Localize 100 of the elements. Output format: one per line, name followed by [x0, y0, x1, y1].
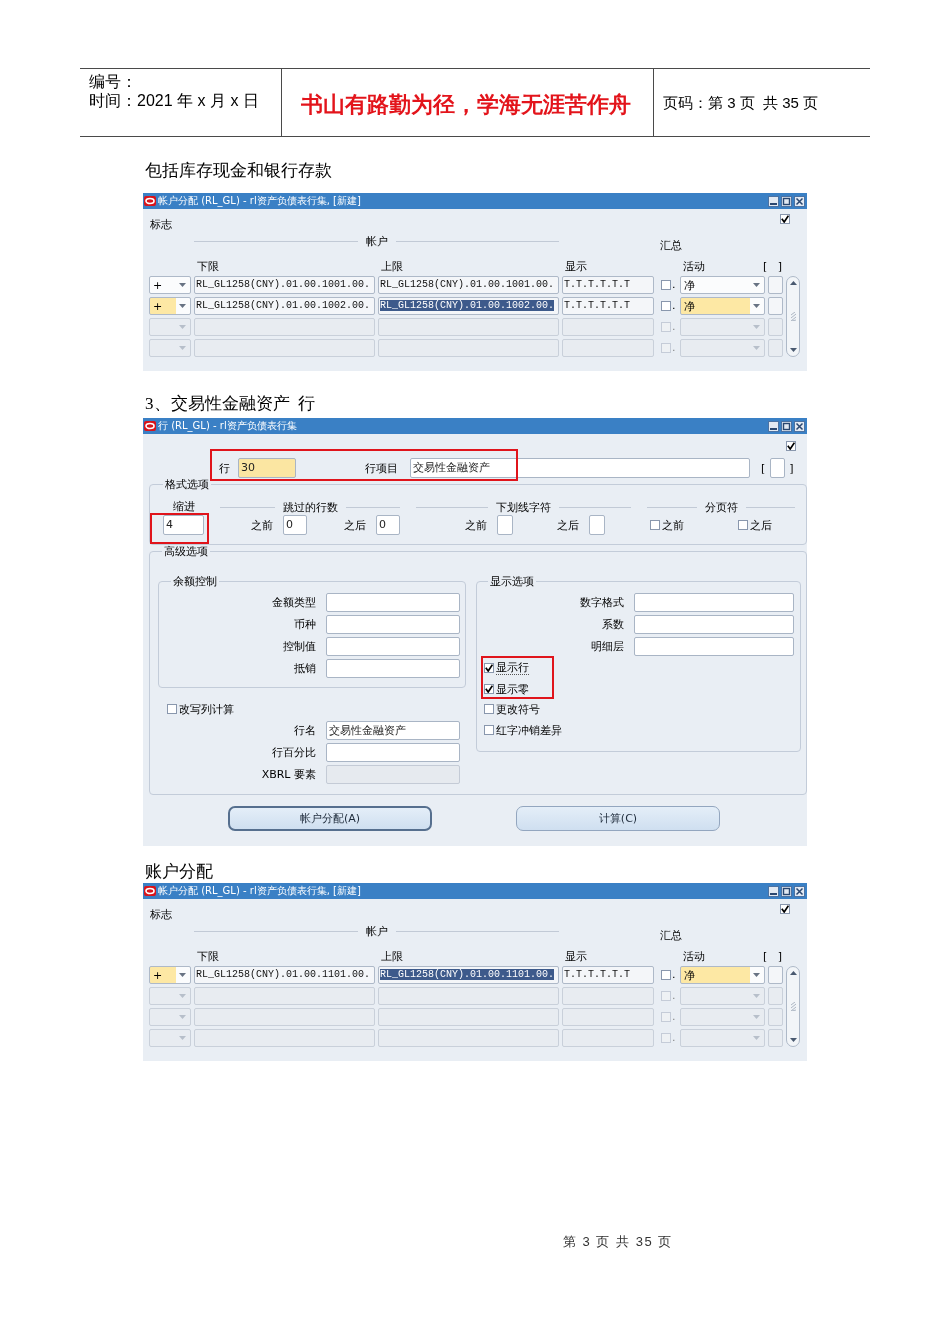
- column-label: 活动: [683, 950, 705, 963]
- field-label: 之后: [557, 518, 579, 532]
- caret-icon: [179, 1036, 186, 1040]
- grip-icon: [790, 312, 796, 321]
- caret-icon: [179, 325, 186, 329]
- lower-limit-field[interactable]: RL_GL1258(CNY).01.00.1002.00.: [194, 297, 375, 315]
- checkbox-label: .: [672, 342, 676, 354]
- text-field[interactable]: [768, 276, 783, 294]
- checkbox[interactable]: [484, 704, 494, 714]
- checkbox[interactable]: [661, 301, 671, 311]
- text-field[interactable]: [634, 615, 794, 634]
- upper-limit-field[interactable]: RL_GL1258(CNY).01.00.1101.00.: [378, 966, 559, 984]
- column-label: 上限: [381, 260, 403, 273]
- text-field[interactable]: 30: [238, 458, 296, 478]
- scrollbar[interactable]: [786, 966, 800, 1047]
- checkbox-label: .: [672, 279, 676, 291]
- checkbox[interactable]: [167, 704, 177, 714]
- checkbox[interactable]: [650, 520, 660, 530]
- minimize-icon[interactable]: [768, 885, 779, 897]
- checkbox[interactable]: [780, 904, 790, 914]
- text-field[interactable]: [497, 515, 513, 535]
- display-field[interactable]: T.T.T.T.T.T: [562, 276, 654, 294]
- checkbox[interactable]: [738, 520, 748, 530]
- checkbox[interactable]: [786, 441, 796, 451]
- text-field[interactable]: 0: [376, 515, 400, 535]
- checkbox[interactable]: [484, 663, 494, 673]
- text-field[interactable]: [634, 637, 794, 656]
- bracket-text: ]: [777, 260, 782, 273]
- field-label: 之前: [251, 518, 273, 532]
- text-field[interactable]: [770, 458, 786, 478]
- column-label: 上限: [381, 950, 403, 963]
- group-heading: 下划线字符: [496, 500, 551, 514]
- text-field[interactable]: [589, 515, 605, 535]
- column-label: 下限: [197, 260, 219, 273]
- caret-icon: [753, 1015, 760, 1019]
- display-field[interactable]: T.T.T.T.T.T: [562, 297, 654, 315]
- sign-dropdown[interactable]: +: [149, 276, 191, 294]
- lower-limit-field[interactable]: RL_GL1258(CNY).01.00.1101.00.: [194, 966, 375, 984]
- checkbox[interactable]: [780, 214, 790, 224]
- activity-dropdown[interactable]: 净: [680, 966, 765, 984]
- text-field[interactable]: 交易性金融资产: [410, 458, 750, 478]
- field-label: 数字格式: [580, 596, 624, 609]
- column-label: 下限: [197, 950, 219, 963]
- caret-icon: [179, 304, 186, 308]
- checkmark-icon: [485, 664, 493, 672]
- checkbox-label: 显示行: [496, 661, 529, 675]
- minimize-icon[interactable]: [768, 195, 779, 207]
- scrollbar[interactable]: [786, 276, 800, 357]
- text-field[interactable]: [768, 966, 783, 984]
- checkbox[interactable]: [484, 684, 494, 694]
- group-title: 高级选项: [163, 545, 209, 558]
- field-label: 之前: [465, 518, 487, 532]
- checkmark-icon: [787, 442, 795, 450]
- up-arrow-icon: [789, 971, 797, 975]
- checkbox[interactable]: [661, 970, 671, 980]
- action-button[interactable]: 计算(C): [516, 806, 720, 831]
- column-label: 活动: [683, 260, 705, 273]
- text-field[interactable]: [326, 659, 460, 678]
- text-field[interactable]: [326, 637, 460, 656]
- text-field[interactable]: 交易性金融资产: [326, 721, 460, 740]
- checkbox[interactable]: [484, 725, 494, 735]
- field-label: 缩进: [172, 501, 195, 513]
- close-icon[interactable]: [794, 195, 805, 207]
- window-title: 行 (RL_GL) - rl资产负债表行集: [158, 419, 297, 433]
- checkbox-label: 更改符号: [496, 702, 540, 716]
- text-field[interactable]: [326, 593, 460, 612]
- activity-dropdown[interactable]: 净: [680, 297, 765, 315]
- caret-icon: [753, 994, 760, 998]
- upper-limit-field[interactable]: RL_GL1258(CNY).01.00.1001.00.: [378, 276, 559, 294]
- text-field[interactable]: [634, 593, 794, 612]
- text-field[interactable]: 0: [283, 515, 307, 535]
- text-field[interactable]: 4: [163, 515, 204, 535]
- sign-dropdown[interactable]: +: [149, 297, 191, 315]
- field-label: 明细层: [591, 640, 624, 653]
- activity-dropdown[interactable]: 净: [680, 276, 765, 294]
- upper-limit-field[interactable]: RL_GL1258(CNY).01.00.1002.00.: [378, 297, 559, 315]
- maximize-icon[interactable]: [781, 420, 792, 432]
- group-heading: 跳过的行数: [282, 500, 338, 514]
- sign-dropdown[interactable]: +: [149, 966, 191, 984]
- text-field[interactable]: [326, 615, 460, 634]
- close-icon[interactable]: [794, 885, 805, 897]
- checkbox[interactable]: [661, 280, 671, 290]
- column-label: 标志: [150, 908, 172, 921]
- checkbox-label: 改写列计算: [179, 702, 234, 716]
- motto-text: 书山有路勤为径，学海无涯苦作舟: [301, 90, 631, 119]
- group-title: 余额控制: [172, 575, 218, 588]
- close-icon[interactable]: [794, 420, 805, 432]
- lower-limit-field[interactable]: RL_GL1258(CNY).01.00.1001.00.: [194, 276, 375, 294]
- caret-icon: [179, 973, 186, 977]
- maximize-icon[interactable]: [781, 885, 792, 897]
- text-field[interactable]: [326, 743, 460, 762]
- grip-icon: [790, 1002, 796, 1011]
- maximize-icon[interactable]: [781, 195, 792, 207]
- minimize-icon[interactable]: [768, 420, 779, 432]
- document-date: 时间：2021 年 x 月 x 日: [89, 91, 259, 110]
- caret-icon: [753, 973, 760, 977]
- text-field[interactable]: [768, 297, 783, 315]
- display-field[interactable]: T.T.T.T.T.T: [562, 966, 654, 984]
- action-button[interactable]: 帐户分配(A): [228, 806, 432, 831]
- group-heading: 分页符: [704, 500, 738, 514]
